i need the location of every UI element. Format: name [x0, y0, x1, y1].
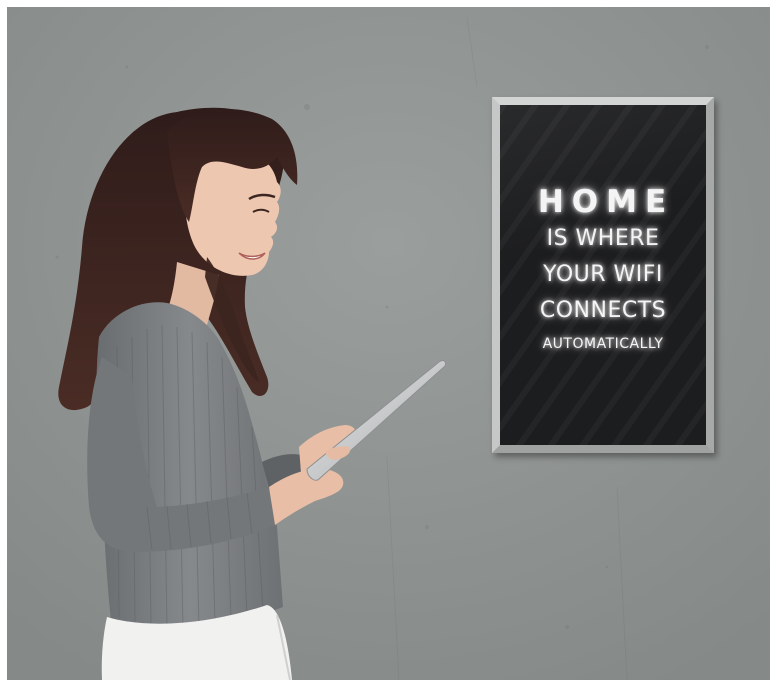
sign-line-connects: CONNECTS	[539, 298, 667, 323]
photo: HOME IS WHERE YOUR WIFI CONNECTS AUTOMAT…	[7, 7, 770, 680]
sign-line-is-where: IS WHERE	[546, 226, 660, 251]
sign-text: HOME IS WHERE YOUR WIFI CONNECTS AUTOMAT…	[500, 183, 706, 359]
sign-line-home: HOME	[537, 184, 675, 220]
sign-line-your-wifi: YOUR WIFI	[543, 262, 663, 287]
sign-line-automatically: AUTOMATICALLY	[542, 336, 664, 352]
wall-sign-frame: HOME IS WHERE YOUR WIFI CONNECTS AUTOMAT…	[492, 97, 714, 453]
